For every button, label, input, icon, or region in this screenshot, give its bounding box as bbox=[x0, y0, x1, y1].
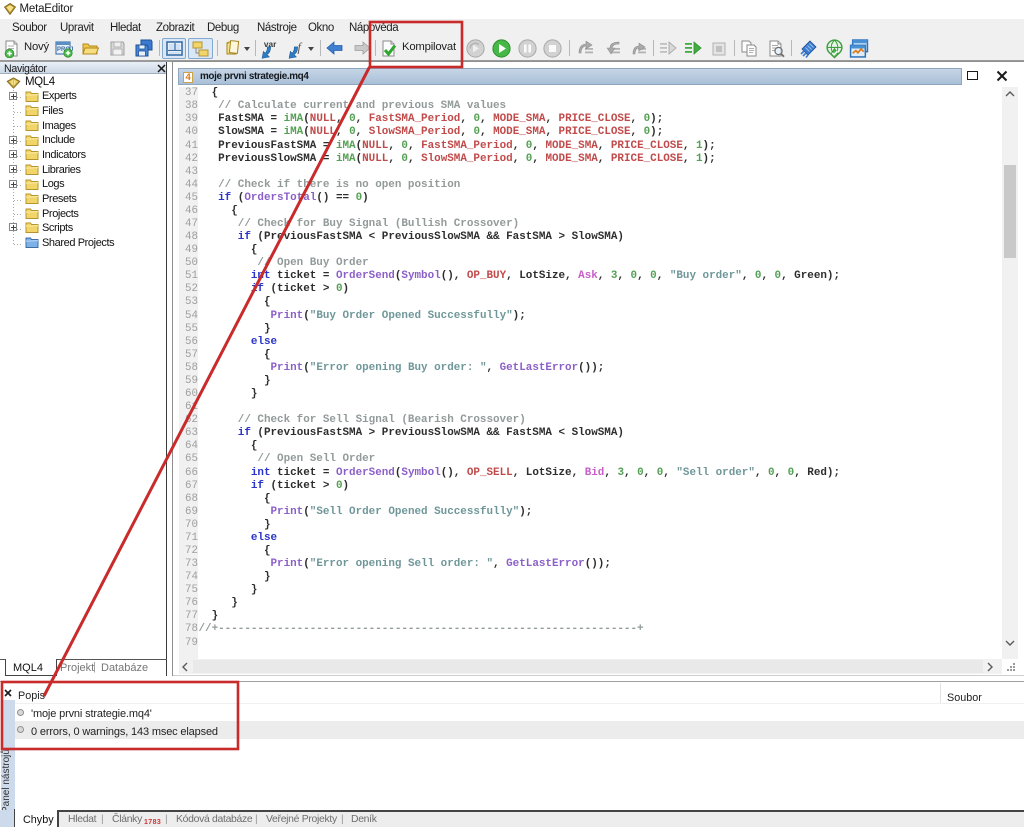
svg-text:f: f bbox=[298, 40, 303, 54]
